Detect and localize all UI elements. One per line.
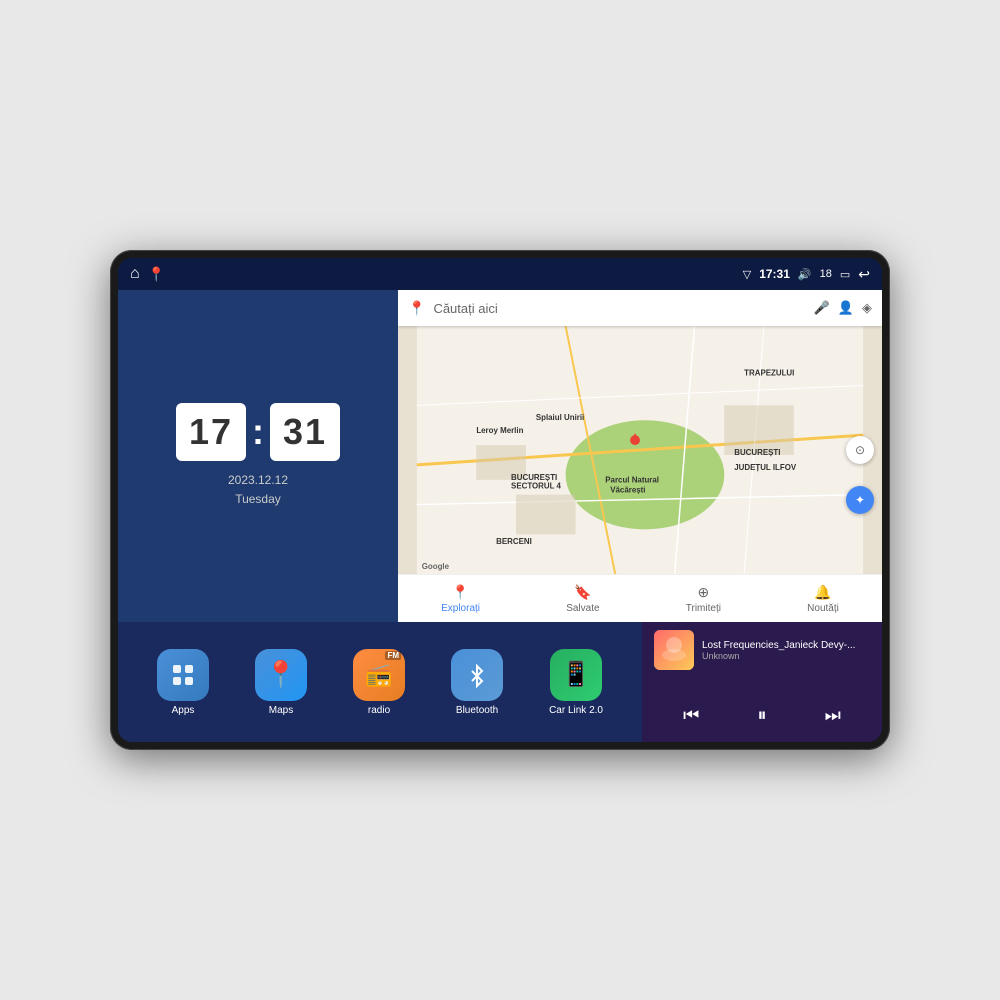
svg-text:Parcul Natural: Parcul Natural: [605, 476, 659, 485]
radio-label: radio: [368, 705, 390, 716]
news-icon: 🔔: [814, 584, 831, 601]
svg-text:Splaiul Unirii: Splaiul Unirii: [536, 413, 584, 422]
back-icon[interactable]: ↩: [858, 266, 870, 283]
maps-status-icon[interactable]: 📍: [148, 266, 165, 283]
apps-label: Apps: [172, 705, 195, 716]
map-nav-explore[interactable]: 📍 Explorați: [441, 584, 480, 614]
play-pause-button[interactable]: ⏸: [749, 701, 774, 730]
apps-icon: [157, 649, 209, 701]
map-canvas[interactable]: TRAPEZULUI BUCUREȘTI JUDEȚUL ILFOV BERCE…: [398, 326, 882, 574]
map-search-bar[interactable]: 📍 Căutați aici 🎤 👤 ◈: [398, 290, 882, 326]
maps-label: Maps: [269, 705, 293, 716]
battery-level: 18: [820, 268, 832, 280]
voice-search-icon[interactable]: 🎤: [814, 300, 830, 316]
device-frame: ⌂ 📍 ▽ 17:31 🔊 18 ▭ ↩ 17 :: [110, 250, 890, 750]
svg-text:Google: Google: [422, 562, 450, 571]
clock-widget: 17 : 31 2023.12.12 Tuesday: [118, 290, 398, 622]
next-button[interactable]: ⏭: [817, 701, 849, 730]
svg-text:SECTORUL 4: SECTORUL 4: [511, 482, 561, 491]
bluetooth-label: Bluetooth: [456, 705, 498, 716]
explore-icon: 📍: [452, 584, 469, 601]
music-player: Lost Frequencies_Janieck Devy-... Unknow…: [642, 622, 882, 742]
svg-text:BERCENI: BERCENI: [496, 537, 532, 546]
svg-text:Văcărești: Văcărești: [610, 486, 645, 495]
prev-button[interactable]: ⏮: [675, 701, 707, 730]
svg-text:BUCUREȘTI: BUCUREȘTI: [734, 448, 780, 457]
music-title: Lost Frequencies_Janieck Devy-...: [702, 640, 870, 651]
time-display: 17:31: [759, 267, 790, 281]
map-widget[interactable]: 📍 Căutați aici 🎤 👤 ◈: [398, 290, 882, 622]
clock-date: 2023.12.12 Tuesday: [228, 471, 288, 509]
app-icon-carlink[interactable]: 📱 Car Link 2.0: [549, 649, 603, 716]
svg-text:BUCUREȘTI: BUCUREȘTI: [511, 473, 557, 482]
news-label: Noutăți: [807, 603, 839, 614]
map-nav-send[interactable]: ⊕ Trimiteți: [686, 584, 721, 614]
svg-text:Leroy Merlin: Leroy Merlin: [476, 426, 523, 435]
map-bottom-nav: 📍 Explorați 🔖 Salvate ⊕ Trimiteți 🔔: [398, 574, 882, 622]
main-area: 17 : 31 2023.12.12 Tuesday 📍 Căutați aic…: [118, 290, 882, 742]
clock-colon: :: [252, 411, 264, 453]
volume-icon: 🔊: [798, 268, 812, 281]
music-text: Lost Frequencies_Janieck Devy-... Unknow…: [702, 640, 870, 661]
music-controls: ⏮ ⏸ ⏭: [654, 697, 870, 734]
account-icon[interactable]: 👤: [838, 300, 854, 316]
clock-hour: 17: [176, 403, 246, 461]
bluetooth-icon: [451, 649, 503, 701]
map-search-icons: 🎤 👤 ◈: [814, 300, 872, 316]
clock-minute: 31: [270, 403, 340, 461]
layers-icon[interactable]: ◈: [862, 300, 872, 316]
device-screen: ⌂ 📍 ▽ 17:31 🔊 18 ▭ ↩ 17 :: [118, 258, 882, 742]
app-icon-apps[interactable]: Apps: [157, 649, 209, 716]
send-label: Trimiteți: [686, 603, 721, 614]
apps-section: Apps 📍 Maps 📻 FM: [118, 622, 642, 742]
map-pin-icon: 📍: [408, 300, 425, 317]
map-nav-news[interactable]: 🔔 Noutăți: [807, 584, 839, 614]
carlink-label: Car Link 2.0: [549, 705, 603, 716]
saved-label: Salvate: [566, 603, 599, 614]
radio-icon: 📻 FM: [353, 649, 405, 701]
status-right-icons: ▽ 17:31 🔊 18 ▭ ↩: [743, 266, 870, 283]
map-nav-saved[interactable]: 🔖 Salvate: [566, 584, 599, 614]
map-compass-btn[interactable]: ✦: [846, 486, 874, 514]
home-icon[interactable]: ⌂: [130, 265, 140, 283]
app-icon-bluetooth[interactable]: Bluetooth: [451, 649, 503, 716]
status-bar: ⌂ 📍 ▽ 17:31 🔊 18 ▭ ↩: [118, 258, 882, 290]
map-location-btn[interactable]: ⊙: [846, 436, 874, 464]
saved-icon: 🔖: [574, 584, 591, 601]
app-icon-maps[interactable]: 📍 Maps: [255, 649, 307, 716]
app-icon-radio[interactable]: 📻 FM radio: [353, 649, 405, 716]
svg-text:JUDEȚUL ILFOV: JUDEȚUL ILFOV: [734, 463, 797, 472]
music-artist: Unknown: [702, 651, 870, 661]
map-search-text[interactable]: Căutați aici: [433, 301, 805, 316]
music-thumbnail: [654, 630, 694, 670]
clock-display: 17 : 31: [176, 403, 340, 461]
music-info: Lost Frequencies_Janieck Devy-... Unknow…: [654, 630, 870, 670]
maps-icon: 📍: [255, 649, 307, 701]
send-icon: ⊕: [697, 584, 709, 601]
signal-icon: ▽: [743, 268, 751, 281]
explore-label: Explorați: [441, 603, 480, 614]
battery-icon: ▭: [840, 268, 850, 281]
bottom-section: Apps 📍 Maps 📻 FM: [118, 622, 882, 742]
top-section: 17 : 31 2023.12.12 Tuesday 📍 Căutați aic…: [118, 290, 882, 622]
status-left-icons: ⌂ 📍: [130, 265, 165, 283]
svg-text:TRAPEZULUI: TRAPEZULUI: [744, 369, 794, 378]
carlink-icon: 📱: [550, 649, 602, 701]
